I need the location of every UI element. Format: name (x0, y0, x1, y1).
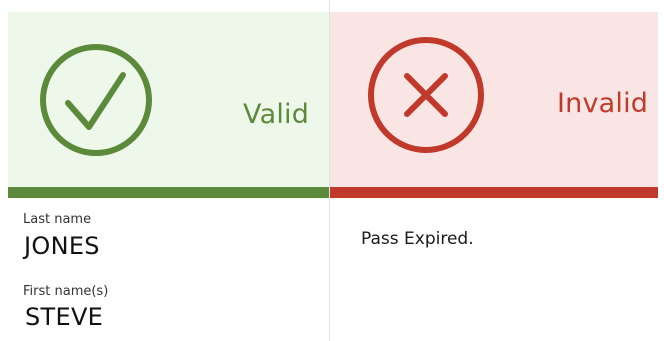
last-name-label: Last name (23, 212, 92, 227)
invalid-reason-message: Pass Expired. (361, 229, 474, 249)
first-name-label: First name(s) (23, 284, 109, 299)
valid-status-bar (8, 187, 329, 198)
invalid-status-bar (330, 187, 658, 198)
first-name-value: STEVE (25, 303, 104, 331)
check-circle-icon (40, 44, 152, 156)
valid-status-banner: Valid (8, 12, 329, 187)
valid-status-label: Valid (243, 99, 310, 130)
valid-panel: Valid Last name JONES First name(s) STEV… (0, 0, 330, 341)
last-name-value: JONES (24, 232, 100, 260)
invalid-status-label: Invalid (557, 88, 649, 119)
invalid-panel: Invalid Pass Expired. (330, 0, 664, 341)
pass-validation-screen: Valid Last name JONES First name(s) STEV… (0, 0, 664, 341)
x-circle-icon (368, 37, 484, 153)
invalid-status-banner: Invalid (330, 12, 658, 187)
